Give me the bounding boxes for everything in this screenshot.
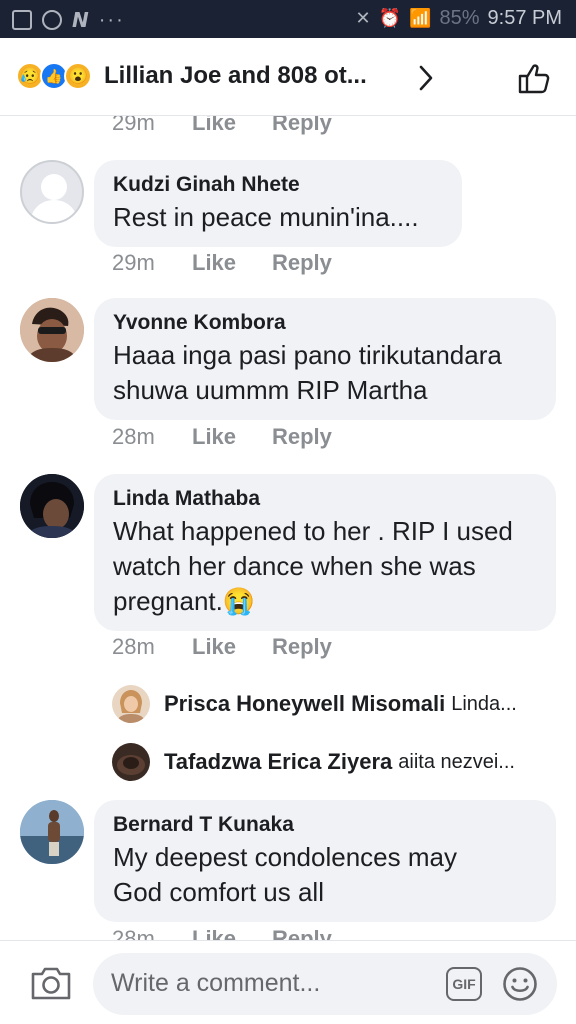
status-bar: N ··· ✕ ⏰ 📶 85% 9:57 PM bbox=[0, 0, 576, 38]
comment-time: 29m bbox=[112, 116, 155, 135]
more-notifications-icon: ··· bbox=[98, 8, 125, 31]
profile-photo bbox=[20, 474, 84, 538]
default-avatar-icon bbox=[30, 174, 78, 222]
emoji-icon[interactable] bbox=[502, 966, 538, 1002]
comment-meta: 28m Like Reply bbox=[112, 926, 332, 940]
reaction-summary[interactable]: 😥 👍 😮 bbox=[16, 62, 92, 90]
reply-avatar bbox=[112, 743, 150, 781]
wow-icon: 😮 bbox=[64, 62, 92, 90]
reply-preview-text: Linda... bbox=[451, 692, 517, 715]
reply-link[interactable]: Reply bbox=[272, 634, 332, 660]
comment-time: 28m bbox=[112, 926, 155, 940]
chevron-right-icon[interactable] bbox=[418, 64, 434, 92]
profile-photo bbox=[112, 685, 150, 723]
comment-meta: 29m Like Reply bbox=[112, 250, 332, 276]
profile-photo bbox=[20, 298, 84, 362]
comment-author[interactable]: Bernard T Kunaka bbox=[113, 812, 536, 838]
profile-photo bbox=[112, 743, 150, 781]
gallery-icon bbox=[12, 10, 32, 30]
clock: 9:57 PM bbox=[487, 7, 562, 29]
reply-preview[interactable]: Prisca Honeywell Misomali Linda... bbox=[112, 684, 517, 724]
comment-meta: 28m Like Reply bbox=[112, 424, 332, 450]
battery-level: 85% bbox=[439, 7, 480, 29]
reply-preview-text: aiita nezvei... bbox=[398, 750, 515, 773]
like-link[interactable]: Like bbox=[192, 116, 272, 136]
comment-text-line: What happened to her . RIP I used bbox=[113, 516, 513, 546]
reactions-title[interactable]: Lillian Joe and 808 ot... bbox=[104, 62, 367, 90]
gif-button[interactable]: GIF bbox=[446, 967, 482, 1001]
comment-bubble[interactable]: Kudzi Ginah Nhete Rest in peace munin'in… bbox=[94, 160, 462, 247]
comment-meta: 28m Like Reply bbox=[112, 634, 332, 660]
like-link[interactable]: Like bbox=[192, 634, 272, 660]
comment-meta: 29m Like Reply bbox=[112, 116, 332, 136]
camera-icon[interactable] bbox=[30, 965, 72, 1001]
comment-text-line: watch her dance when she was bbox=[113, 551, 476, 581]
avatar[interactable] bbox=[20, 474, 84, 538]
comment-text-line: My deepest condolences may bbox=[113, 842, 457, 872]
like-thumb-icon[interactable] bbox=[516, 60, 552, 96]
reply-author[interactable]: Tafadzwa Erica Ziyera bbox=[164, 749, 392, 775]
reply-avatar bbox=[112, 685, 150, 723]
status-bar-left: N ··· bbox=[12, 8, 125, 32]
comment-time: 28m bbox=[112, 634, 155, 659]
reply-link[interactable]: Reply bbox=[272, 116, 332, 136]
status-bar-right: ✕ ⏰ 📶 85% 9:57 PM bbox=[356, 7, 562, 30]
comment-input-container[interactable]: GIF bbox=[93, 953, 557, 1015]
comment-bubble[interactable]: Bernard T Kunaka My deepest condolences … bbox=[94, 800, 556, 922]
comment-text-line: Haaa inga pasi pano tirikutandara bbox=[113, 340, 502, 370]
wifi-signal-icon: 📶 bbox=[409, 8, 432, 28]
alarm-icon: ⏰ bbox=[378, 8, 402, 28]
comment-author[interactable]: Yvonne Kombora bbox=[113, 310, 536, 336]
comment-text-line: shuwa uummm RIP Martha bbox=[113, 375, 428, 405]
comments-list[interactable]: 29m Like Reply Kudzi Ginah Nhete Rest in… bbox=[0, 116, 576, 940]
mute-icon: ✕ bbox=[355, 8, 371, 28]
comment-composer: GIF bbox=[0, 940, 576, 1024]
avatar[interactable] bbox=[20, 800, 84, 864]
comment-text-line: pregnant.😭 bbox=[113, 586, 256, 616]
avatar-placeholder[interactable] bbox=[20, 160, 84, 224]
comment-text-line: God comfort us all bbox=[113, 877, 324, 907]
comment-time: 28m bbox=[112, 424, 155, 449]
reply-preview[interactable]: Tafadzwa Erica Ziyera aiita nezvei... bbox=[112, 742, 515, 782]
reply-author[interactable]: Prisca Honeywell Misomali bbox=[164, 691, 445, 717]
reactions-header: 😥 👍 😮 Lillian Joe and 808 ot... bbox=[0, 38, 576, 116]
comment-input[interactable] bbox=[111, 963, 431, 1003]
profile-photo bbox=[20, 800, 84, 864]
whatsapp-icon bbox=[42, 10, 62, 30]
reply-link[interactable]: Reply bbox=[272, 250, 332, 276]
reply-link[interactable]: Reply bbox=[272, 424, 332, 450]
comment-time: 29m bbox=[112, 250, 155, 275]
comment-author[interactable]: Linda Mathaba bbox=[113, 486, 536, 512]
comment-bubble[interactable]: Linda Mathaba What happened to her . RIP… bbox=[94, 474, 556, 631]
avatar[interactable] bbox=[20, 298, 84, 362]
carrier-icon: N bbox=[72, 8, 89, 32]
like-link[interactable]: Like bbox=[192, 250, 272, 276]
like-link[interactable]: Like bbox=[192, 926, 272, 940]
comment-author[interactable]: Kudzi Ginah Nhete bbox=[113, 172, 442, 198]
reply-link[interactable]: Reply bbox=[272, 926, 332, 940]
comment-text: Rest in peace munin'ina.... bbox=[113, 202, 419, 232]
comment-bubble[interactable]: Yvonne Kombora Haaa inga pasi pano tirik… bbox=[94, 298, 556, 420]
like-link[interactable]: Like bbox=[192, 424, 272, 450]
